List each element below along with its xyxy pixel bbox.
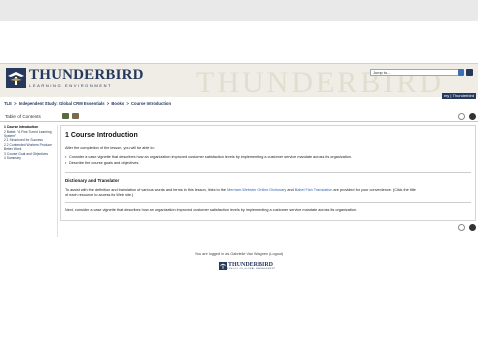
breadcrumb-item[interactable]: Independent Study: Global CRM Essentials [19, 101, 105, 106]
content-panel: 1 Course Introduction After the completi… [60, 125, 476, 221]
page: THUNDERBIRD THUNDERBIRD LEARNING ENVIRON… [0, 0, 478, 339]
section-title: Dictionary and Translator [65, 178, 120, 183]
toc-item[interactable]: 3 Course Goal and Objectives [4, 152, 57, 156]
toc-item[interactable]: 1 Course Introduction [4, 125, 57, 129]
thunderbird-logo[interactable]: THUNDERBIRD LEARNING ENVIRONMENT [6, 68, 144, 88]
babel-fish-link[interactable]: Babel Fish Translation [295, 188, 333, 192]
dictionary-text-part: To assist with the definition and transl… [65, 188, 228, 192]
previous-page-icon[interactable] [458, 113, 465, 120]
objective-bullet: Consider a case vignette that describes … [65, 155, 352, 159]
header-banner: THUNDERBIRD THUNDERBIRD LEARNING ENVIRON… [0, 63, 478, 99]
toc-header: Table of Contents [0, 110, 478, 122]
toc-item[interactable]: 4 Summary [4, 156, 57, 160]
book-icon[interactable] [62, 113, 69, 119]
page-title: 1 Course Introduction [65, 132, 138, 139]
logo-subtitle: LEARNING ENVIRONMENT [29, 83, 113, 88]
breadcrumb-current: Course Introduction [130, 101, 171, 106]
logo-name: THUNDERBIRD [29, 67, 144, 83]
jump-go-button[interactable] [458, 69, 464, 76]
breadcrumb-separator: > [106, 101, 110, 106]
breadcrumb-item[interactable]: TLE [4, 101, 12, 106]
toc-item[interactable]: 2.1 Structured for Success [4, 138, 57, 142]
breadcrumb-separator: > [14, 101, 17, 106]
divider [65, 202, 471, 203]
footer-logo-subtitle: SCHOOL OF GLOBAL MANAGEMENT [227, 268, 276, 270]
browser-top-bar [0, 0, 478, 21]
dictionary-text-cont: of each resource to access its Web site.… [65, 193, 134, 197]
merriam-webster-link[interactable]: Merriam-Webster Online Dictionary [227, 188, 286, 192]
breadcrumb-item[interactable]: Books [111, 101, 124, 106]
thunderbird-emblem-icon [219, 262, 227, 270]
divider [65, 172, 471, 173]
breadcrumb-separator: > [126, 101, 129, 106]
dictionary-text-part: are provided for your convenience. (Clic… [332, 188, 416, 192]
print-icon[interactable] [72, 113, 79, 119]
jump-to-select[interactable]: Jump to... [370, 69, 461, 76]
objective-bullet: Describe the course goals and objectives… [65, 161, 139, 165]
my-thunderbird-link[interactable]: my | Thunderbird [442, 93, 476, 99]
toc-title: Table of Contents [5, 114, 41, 119]
toc-item[interactable]: 2 Babel: "A Fine-Tuned Learning System" [4, 130, 57, 138]
login-status[interactable]: You are logged in as Gabrielle Van Wagne… [0, 252, 478, 256]
dictionary-text-part: and [286, 188, 295, 192]
previous-page-icon-bottom[interactable] [458, 224, 465, 231]
footer-logo: THUNDERBIRD SCHOOL OF GLOBAL MANAGEMENT [219, 262, 276, 270]
intro-text: After the completion of the lesson, you … [65, 146, 155, 150]
next-text: Next, consider a case vignette that desc… [65, 208, 358, 212]
next-page-icon[interactable] [469, 113, 476, 120]
next-page-icon-bottom[interactable] [469, 224, 476, 231]
toc-item[interactable]: 2.2 Contended Workers Produce Better Wor… [4, 143, 57, 151]
breadcrumb: TLE > Independent Study: Global CRM Esse… [4, 101, 172, 106]
dictionary-text: To assist with the definition and transl… [65, 188, 416, 192]
toc-sidebar: 1 Course Introduction 2 Babel: "A Fine-T… [4, 125, 58, 237]
jump-next-button[interactable] [466, 69, 473, 76]
thunderbird-emblem-icon [6, 68, 26, 88]
